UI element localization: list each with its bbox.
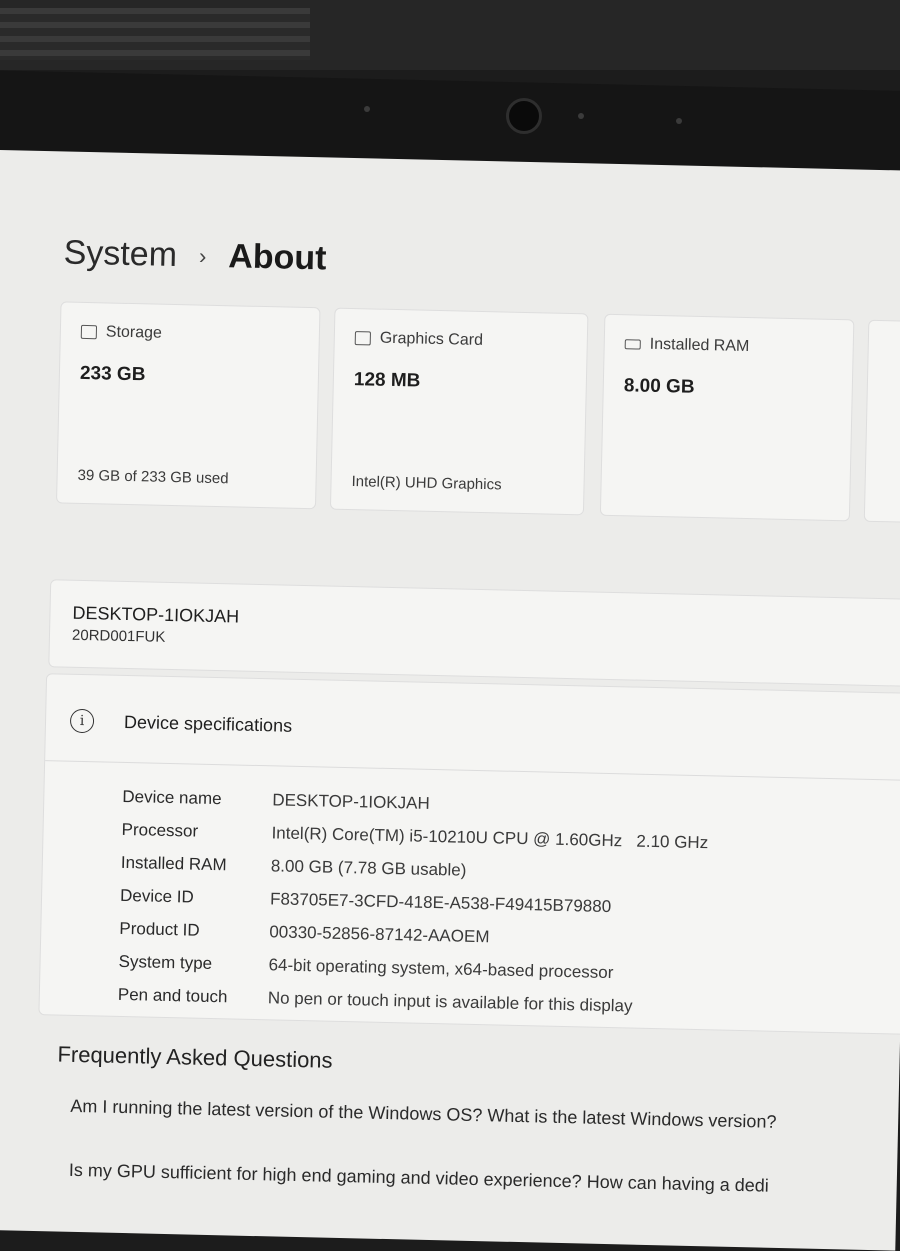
spec-key: System type xyxy=(118,951,213,973)
spec-key: Device ID xyxy=(119,885,195,907)
chevron-right-icon: › xyxy=(198,243,207,269)
device-specifications-title: Device specifications xyxy=(123,711,293,736)
sensor-dot xyxy=(578,113,584,119)
webcam xyxy=(506,98,542,134)
ram-card[interactable]: Installed RAM 8.00 GB xyxy=(599,313,855,522)
device-specifications-section: i Device specifications Device name DESKT… xyxy=(38,673,900,1035)
ram-icon xyxy=(624,339,641,350)
device-name: DESKTOP-1IOKJAH xyxy=(72,602,240,627)
background-shelf xyxy=(0,8,310,60)
spec-key: Product ID xyxy=(119,918,200,940)
graphics-label: Graphics Card xyxy=(379,329,484,350)
specs-table: Device name DESKTOP-1IOKJAH Processor Inte… xyxy=(117,780,709,1024)
storage-usage: 39 GB of 233 GB used xyxy=(77,466,229,488)
ram-label: Installed RAM xyxy=(649,335,750,356)
faq-title: Frequently Asked Questions xyxy=(57,1041,333,1073)
device-panel: DESKTOP-1IOKJAH 20RD001FUK xyxy=(48,579,900,687)
page-title: About xyxy=(227,237,327,278)
sensor-dot xyxy=(364,106,370,112)
spec-key: Processor xyxy=(121,819,199,841)
faq-question-2[interactable]: Is my GPU sufficient for high end gaming… xyxy=(69,1160,769,1197)
spec-value: DESKTOP-1IOKJAH xyxy=(272,789,430,813)
spec-key: Pen and touch xyxy=(117,984,228,1006)
spec-value: F83705E7-3CFD-418E-A538-F49415B79880 xyxy=(269,888,612,916)
graphics-card[interactable]: Graphics Card 128 MB Intel(R) UHD Graphi… xyxy=(329,307,589,516)
info-icon: i xyxy=(69,708,95,734)
spec-value: 8.00 GB (7.78 GB usable) xyxy=(270,855,467,880)
device-model: 20RD001FUK xyxy=(71,626,166,646)
sensor-dot xyxy=(676,118,682,124)
spec-key: Device name xyxy=(122,786,222,808)
spec-value: Intel(R) Core(TM) i5-10210U CPU @ 1.60GH… xyxy=(271,822,709,852)
ram-value: 8.00 GB xyxy=(623,375,695,398)
graphics-value: 128 MB xyxy=(353,369,421,392)
storage-label: Storage xyxy=(105,323,163,342)
breadcrumb: System › About xyxy=(63,233,327,278)
storage-icon xyxy=(80,324,98,340)
graphics-name: Intel(R) UHD Graphics xyxy=(351,473,502,494)
spec-value: 00330-52856-87142-AAOEM xyxy=(269,921,490,946)
spec-key: Installed RAM xyxy=(120,852,227,874)
faq-question-1[interactable]: Am I running the latest version of the W… xyxy=(70,1096,777,1133)
storage-value: 233 GB xyxy=(79,362,146,386)
storage-card[interactable]: Storage 233 GB 39 GB of 233 GB used xyxy=(55,301,321,510)
next-card-partial[interactable] xyxy=(863,319,900,524)
device-specifications-header[interactable]: i Device specifications xyxy=(45,674,900,781)
settings-window: System › About Storage 233 GB 39 GB of 2… xyxy=(0,150,900,1251)
graphics-card-icon xyxy=(354,331,371,346)
spec-value: No pen or touch input is available for t… xyxy=(267,987,633,1016)
spec-value: 64-bit operating system, x64-based proce… xyxy=(268,954,614,982)
breadcrumb-system[interactable]: System xyxy=(63,233,177,275)
